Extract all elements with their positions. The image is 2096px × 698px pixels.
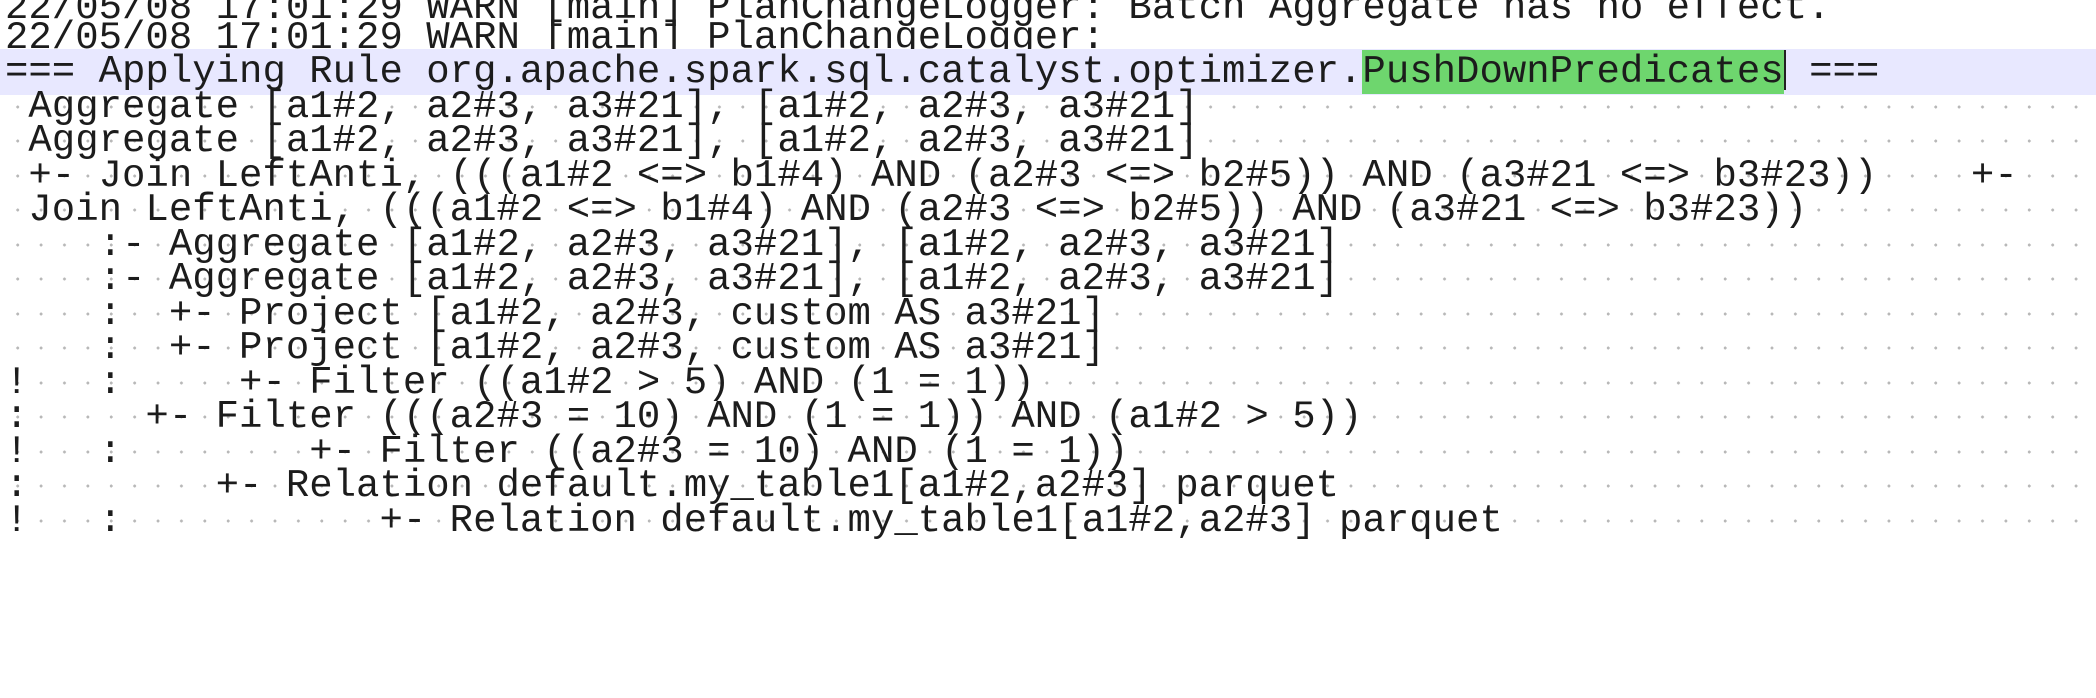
plan-line: ! : +- Relation default.my_table1[a1#2,a… (0, 498, 2096, 544)
text-editor[interactable]: 22/05/08 17:01:29 WARN [main] PlanChange… (0, 0, 2096, 698)
